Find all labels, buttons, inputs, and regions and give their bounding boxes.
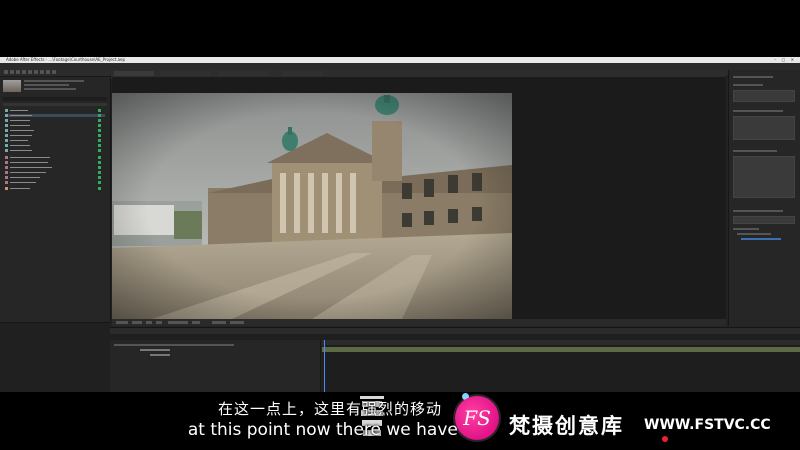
- time-ruler[interactable]: [322, 340, 800, 345]
- pen-tool-icon[interactable]: [40, 70, 44, 74]
- effects-tree-item-selected[interactable]: [741, 238, 781, 240]
- transparency-grid-icon[interactable]: [156, 321, 162, 324]
- panel-header: [733, 76, 773, 78]
- project-item[interactable]: [5, 114, 105, 117]
- project-column-header: [3, 103, 107, 106]
- view-layout-dropdown[interactable]: [230, 321, 244, 324]
- project-item[interactable]: [5, 129, 105, 132]
- viewer-tab-footage[interactable]: [218, 71, 268, 76]
- project-item[interactable]: [5, 119, 105, 122]
- project-item[interactable]: [5, 109, 105, 112]
- magnification-dropdown[interactable]: [116, 321, 128, 324]
- letterbox-top: [0, 0, 800, 57]
- project-item[interactable]: [5, 144, 105, 147]
- current-time-indicator[interactable]: [324, 340, 325, 392]
- viewer-controls-bar: [112, 319, 726, 326]
- region-of-interest-icon[interactable]: [146, 321, 152, 324]
- snapshot-icon[interactable]: [192, 321, 200, 324]
- courthouse-photo: [112, 93, 512, 319]
- project-item[interactable]: [5, 161, 105, 164]
- home-icon[interactable]: [4, 70, 8, 74]
- project-panel: [0, 77, 111, 322]
- project-item[interactable]: [5, 156, 105, 159]
- effects-tree-item[interactable]: [737, 233, 771, 235]
- project-item[interactable]: [5, 149, 105, 152]
- layer-list: [110, 340, 321, 392]
- text-label: [733, 110, 783, 112]
- zoom-tool-icon[interactable]: [22, 70, 26, 74]
- project-item[interactable]: [5, 187, 105, 190]
- effects-tree-item[interactable]: [733, 228, 759, 230]
- resolution-dropdown[interactable]: [132, 321, 142, 324]
- type-tool-icon[interactable]: [46, 70, 50, 74]
- project-search-input[interactable]: [3, 97, 107, 101]
- project-item[interactable]: [5, 134, 105, 137]
- brand-url: WWW.FSTVC.CC: [644, 417, 771, 433]
- layer-row[interactable]: [140, 349, 170, 351]
- project-item[interactable]: [5, 176, 105, 179]
- effects-presets-panel: [728, 70, 800, 326]
- effects-search-input[interactable]: [733, 216, 795, 224]
- viewer-tab-flowchart[interactable]: [282, 71, 322, 76]
- effects-search-label: [733, 210, 783, 212]
- camera-tool-icon[interactable]: [34, 70, 38, 74]
- brand-name: 梵摄创意库: [509, 414, 624, 438]
- project-item[interactable]: [5, 166, 105, 169]
- timeline-panel: [110, 327, 800, 392]
- footage-thumbnail: [3, 80, 21, 92]
- fs-logo-badge: FS: [455, 396, 499, 440]
- after-effects-window: Adobe After Effects - ...\Footage\Courth…: [0, 57, 800, 392]
- hand-tool-icon[interactable]: [16, 70, 20, 74]
- layer-duration-bar[interactable]: [322, 347, 800, 352]
- render-queue-panel: [0, 322, 110, 392]
- paragraph-label: [733, 150, 777, 152]
- layer-column-header: [114, 344, 234, 346]
- footage-info: [24, 80, 104, 92]
- selection-tool-icon[interactable]: [10, 70, 14, 74]
- viewer-tab-composition[interactable]: [114, 71, 154, 76]
- layer-property[interactable]: [150, 354, 170, 356]
- viewer-tab-layer[interactable]: [160, 71, 210, 76]
- align-controls[interactable]: [733, 156, 795, 198]
- camera-view-dropdown[interactable]: [212, 321, 226, 324]
- properties-label: [733, 84, 763, 86]
- viewer-tabs: [112, 70, 726, 77]
- project-item[interactable]: [5, 181, 105, 184]
- project-item[interactable]: [5, 139, 105, 142]
- rotate-tool-icon[interactable]: [28, 70, 32, 74]
- record-dot-icon: [662, 436, 668, 442]
- fs-logo-text: FS: [463, 406, 491, 430]
- character-controls[interactable]: [733, 116, 795, 140]
- project-item[interactable]: [5, 124, 105, 127]
- brush-tool-icon[interactable]: [52, 70, 56, 74]
- timeline-tracks[interactable]: [322, 340, 800, 392]
- properties-group[interactable]: [733, 90, 795, 102]
- current-time-display[interactable]: [168, 321, 188, 324]
- project-item[interactable]: [5, 171, 105, 174]
